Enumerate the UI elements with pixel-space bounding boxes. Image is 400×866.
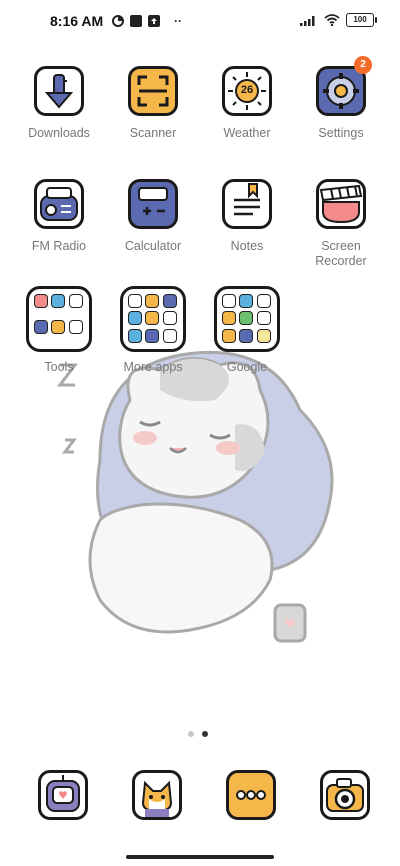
weather-temperature: 26	[240, 84, 254, 96]
mini-app-icon	[34, 294, 48, 308]
camera-icon	[326, 778, 364, 812]
mini-app-icon	[162, 328, 177, 343]
battery-icon: 100	[346, 13, 377, 27]
app-fm-radio[interactable]: FM Radio	[12, 179, 106, 254]
mini-app-icon	[222, 294, 236, 308]
app-label: Downloads	[28, 126, 90, 140]
app-label: Screen Recorder	[294, 239, 388, 269]
app-label: Calculator	[124, 239, 182, 253]
folder-google[interactable]: Google	[200, 286, 294, 375]
mini-app-icon	[128, 294, 142, 308]
app-label: Notes	[230, 239, 264, 253]
more-notifications-indicator: ··	[174, 14, 182, 28]
app-label: Settings	[318, 126, 364, 140]
mini-app-icon	[256, 294, 271, 308]
mini-app-icon	[256, 328, 271, 343]
upload-notification-icon	[148, 15, 160, 27]
wifi-icon	[324, 14, 340, 26]
signal-icon	[300, 16, 315, 26]
mini-app-icon	[68, 320, 83, 334]
mini-app-icon	[222, 328, 236, 343]
screen-recorder-icon	[316, 179, 366, 229]
app-label: Google	[226, 360, 268, 374]
mini-app-icon	[239, 294, 254, 308]
cat-contacts-icon	[141, 780, 173, 817]
mini-app-icon	[68, 294, 83, 308]
weather-icon: 26	[222, 66, 272, 116]
app-label: Weather	[223, 126, 271, 140]
radio-icon	[34, 179, 84, 229]
download-icon	[34, 66, 84, 116]
page-indicator	[188, 731, 208, 737]
mini-app-icon	[162, 311, 177, 326]
mini-app-icon	[51, 320, 66, 334]
folder-icon	[120, 286, 186, 352]
mini-app-icon	[256, 311, 271, 326]
scanner-icon	[128, 66, 178, 116]
app-screen-recorder[interactable]: Screen Recorder	[294, 179, 388, 269]
mini-app-icon	[34, 320, 48, 334]
app-settings[interactable]: 2 Settings	[294, 56, 388, 141]
mini-app-icon	[162, 294, 177, 308]
app-weather[interactable]: 26 Weather	[200, 66, 294, 141]
app-calculator[interactable]: Calculator	[106, 179, 200, 254]
more-dots-icon	[236, 790, 266, 800]
messaging-robot-icon	[46, 775, 80, 812]
home-indicator-bar[interactable]	[126, 855, 274, 859]
app-label-line: Screen	[321, 239, 361, 253]
dock-app-contacts[interactable]	[132, 770, 182, 820]
app-label: Tools	[44, 360, 74, 374]
mini-app-icon	[239, 311, 254, 326]
mini-app-icon	[128, 311, 142, 326]
status-bar: 8:16 AM ·· 100	[0, 0, 400, 44]
dock	[0, 770, 400, 830]
notes-icon	[222, 179, 272, 229]
app-scanner[interactable]: Scanner	[106, 66, 200, 141]
gear-icon	[316, 66, 366, 116]
mini-app-icon	[145, 328, 160, 343]
mini-app-icon	[145, 294, 160, 308]
page-dot-active[interactable]	[202, 731, 208, 737]
mini-app-icon	[239, 328, 254, 343]
system-icons: 100	[300, 13, 377, 27]
folder-tools[interactable]: Tools	[12, 286, 106, 375]
dock-app-messaging[interactable]	[38, 770, 88, 820]
notification-icons: ··	[112, 14, 182, 28]
app-notes[interactable]: Notes	[200, 179, 294, 254]
folder-icon	[214, 286, 280, 352]
data-usage-icon	[112, 15, 124, 27]
folder-icon	[26, 286, 92, 352]
mini-app-icon	[145, 311, 160, 326]
app-label: Scanner	[129, 126, 177, 140]
app-label: FM Radio	[31, 239, 87, 253]
wallpaper-sleeping-cat	[57, 350, 334, 643]
square-notification-icon	[130, 15, 142, 27]
app-label: More apps	[123, 360, 183, 374]
calculator-icon	[128, 179, 178, 229]
mini-app-icon	[51, 294, 66, 308]
folder-more-apps[interactable]: More apps	[106, 286, 200, 375]
mini-app-icon	[222, 311, 236, 326]
app-downloads[interactable]: Downloads	[12, 66, 106, 141]
page-dot[interactable]	[188, 731, 194, 737]
dock-app-camera[interactable]	[320, 770, 370, 820]
mini-app-icon	[128, 328, 142, 343]
notification-badge: 2	[354, 56, 372, 74]
app-label-line: Recorder	[315, 254, 367, 268]
status-time: 8:16 AM	[50, 13, 104, 29]
dock-app-more[interactable]	[226, 770, 276, 820]
